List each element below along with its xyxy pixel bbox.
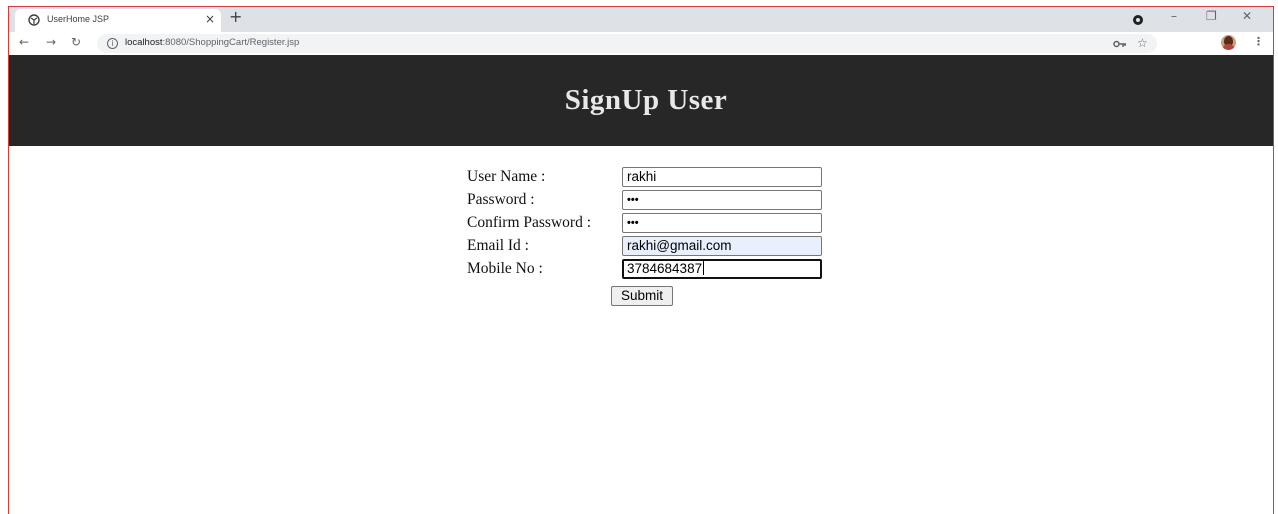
tab-close-icon[interactable]: × <box>205 12 215 26</box>
header-banner: SignUp User <box>9 55 1273 146</box>
address-bar[interactable]: i localhost:8080/ShoppingCart/Register.j… <box>97 34 1157 53</box>
tab-strip: UserHome JSP × + – ❐ ✕ <box>9 7 1273 32</box>
email-label: Email Id : <box>467 237 529 254</box>
reload-icon[interactable]: ↻ <box>71 35 81 49</box>
forward-arrow-icon[interactable]: → <box>46 35 56 49</box>
page-content: SignUp User User Name : rakhi Password :… <box>9 55 1273 514</box>
minimize-button[interactable]: – <box>1171 9 1177 23</box>
info-icon[interactable]: i <box>107 38 118 49</box>
email-field[interactable]: rakhi@gmail.com <box>622 236 822 256</box>
form-row-username: User Name : rakhi <box>467 167 827 189</box>
confirm-password-label: Confirm Password : <box>467 214 591 231</box>
restore-button[interactable]: ❐ <box>1206 9 1217 23</box>
globe-icon <box>28 14 40 26</box>
form-row-confirm-password: Confirm Password : ••• <box>467 213 827 235</box>
new-tab-button[interactable]: + <box>229 7 242 26</box>
text-caret <box>703 261 705 275</box>
mobile-field[interactable]: 3784684387 <box>622 259 822 279</box>
avatar[interactable] <box>1221 35 1236 50</box>
close-window-button[interactable]: ✕ <box>1242 9 1252 23</box>
browser-tab[interactable]: UserHome JSP × <box>15 9 221 32</box>
username-field[interactable]: rakhi <box>622 167 822 187</box>
form-row-email: Email Id : rakhi@gmail.com <box>467 236 827 258</box>
mobile-label: Mobile No : <box>467 260 543 277</box>
password-label: Password : <box>467 191 535 208</box>
star-icon[interactable]: ☆ <box>1137 36 1148 50</box>
kebab-menu-icon[interactable]: ⋮ <box>1253 35 1264 48</box>
form-row-password: Password : ••• <box>467 190 827 212</box>
page-title: SignUp User <box>564 84 728 116</box>
back-arrow-icon[interactable]: ← <box>19 35 29 49</box>
browser-toolbar: ← → ↻ i localhost:8080/ShoppingCart/Regi… <box>9 32 1273 55</box>
tab-title: UserHome JSP <box>47 14 110 24</box>
submit-button[interactable]: Submit <box>611 286 674 306</box>
password-field[interactable]: ••• <box>622 190 822 210</box>
key-icon[interactable] <box>1113 39 1127 49</box>
username-label: User Name : <box>467 168 546 185</box>
url-text[interactable]: localhost:8080/ShoppingCart/Register.jsp <box>125 37 299 48</box>
mobile-value: 3784684387 <box>627 261 703 276</box>
confirm-password-field[interactable]: ••• <box>622 213 822 233</box>
browser-window: UserHome JSP × + – ❐ ✕ ← → ↻ i localhost… <box>8 6 1274 514</box>
form-row-mobile: Mobile No : 3784684387 <box>467 259 827 281</box>
record-icon[interactable] <box>1133 15 1143 25</box>
